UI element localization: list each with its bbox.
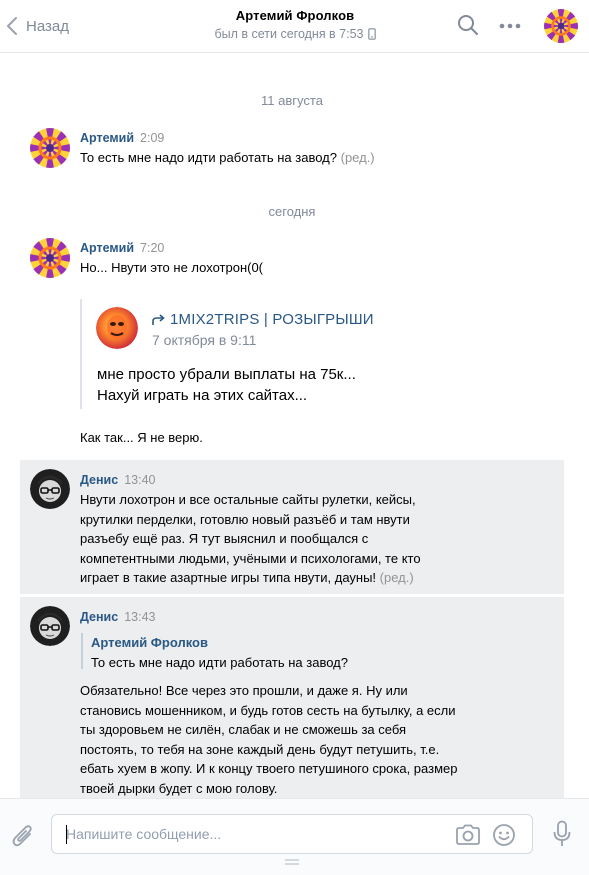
message-line: крутилки перделки, готовлю новый разъёб … <box>80 511 410 527</box>
message-text: Обязательно! Все через это прошли, и даж… <box>80 681 457 798</box>
message-item[interactable]: Артемий 2:09 То есть мне надо идти работа… <box>20 123 564 173</box>
message-line: играет в такие азартные игры типа нвути,… <box>80 570 377 585</box>
resize-handle[interactable] <box>285 859 299 865</box>
forward-line: мне просто убрали выплаты на 75к... <box>97 366 356 383</box>
search-icon[interactable] <box>457 14 479 36</box>
message-line: Нвути лохотрон и все остальные сайты рул… <box>80 492 416 507</box>
message-time[interactable]: 13:40 <box>124 473 155 487</box>
online-status: был в сети сегодня в 7:53 <box>150 27 440 41</box>
message-line: компетентными людьми, учёными и психолог… <box>80 550 421 566</box>
message-header: Артемий 2:09 <box>80 131 164 145</box>
message-item[interactable]: Артемий 7:20 Но... Нвути это не лохотрон(… <box>20 233 564 453</box>
forward-line: Нахуй играть на этих сайтах... <box>97 387 308 404</box>
message-header: Денис 13:43 <box>80 610 155 624</box>
phone-icon <box>367 28 376 40</box>
avatar[interactable] <box>30 238 70 278</box>
forward-text: мне просто убрали выплаты на 75к... Наху… <box>97 364 356 406</box>
message-line: становись мошенником, и будь готов сесть… <box>80 702 456 718</box>
message-header: Денис 13:40 <box>80 473 155 487</box>
message-item[interactable]: Денис 13:43 Артемий Фролков То есть мне н… <box>20 597 564 798</box>
message-line: ебать хуем в жопу. И к концу твоего пету… <box>80 761 458 776</box>
back-button[interactable]: Назад <box>6 12 69 40</box>
avatar[interactable] <box>30 469 70 509</box>
message-item[interactable]: Денис 13:40 Нвути лохотрон и все остальны… <box>20 460 564 594</box>
message-composer: Напишите сообщение... <box>0 798 589 875</box>
back-label: Назад <box>26 17 69 35</box>
edited-mark: (ред.) <box>340 150 375 165</box>
camera-icon[interactable] <box>455 824 481 846</box>
message-text: Нвути лохотрон и все остальные сайты рул… <box>80 490 421 588</box>
message-line: твоей дырки будет с мою голову. <box>80 780 278 796</box>
message-header: Артемий 7:20 <box>80 241 164 255</box>
message-line: постоять, то тебя на зоне каждый день бу… <box>80 741 440 757</box>
reply-author[interactable]: Артемий Фролков <box>91 635 208 650</box>
reply-bar <box>81 633 83 669</box>
forward-source[interactable]: 1MIX2TRIPS | РОЗЫГРЫШИ <box>152 311 374 328</box>
chat-title: Артемий Фролков <box>235 8 355 23</box>
avatar[interactable] <box>30 606 70 646</box>
date-separator: 11 августа <box>261 93 323 108</box>
reply-text[interactable]: То есть мне надо идти работать на завод? <box>91 655 348 670</box>
message-input-placeholder: Напишите сообщение... <box>66 826 222 842</box>
message-time[interactable]: 13:43 <box>124 610 155 624</box>
chat-title-block[interactable]: Артемий Фролков был в сети сегодня в 7:5… <box>150 8 440 41</box>
microphone-icon[interactable] <box>552 820 572 848</box>
message-text: То есть мне надо идти работать на завод?… <box>80 148 375 168</box>
author-name[interactable]: Денис <box>80 473 118 487</box>
message-time[interactable]: 2:09 <box>140 131 164 145</box>
forward-bar <box>80 299 82 409</box>
message-line: разъебу ещё раз. Я тут выяснил и пообщал… <box>80 531 369 546</box>
author-name[interactable]: Артемий <box>80 241 134 255</box>
share-icon <box>152 313 165 325</box>
chat-header: Назад Артемий Фролков был в сети сегодня… <box>0 0 589 53</box>
header-avatar[interactable] <box>544 9 578 43</box>
forward-avatar[interactable] <box>96 307 138 349</box>
message-body: То есть мне надо идти работать на завод? <box>80 150 337 165</box>
date-separator: сегодня <box>268 204 316 219</box>
forward-date[interactable]: 7 октября в 9:11 <box>152 332 256 348</box>
message-line: ты здоровьем не силён, слабак и не сможе… <box>80 722 407 737</box>
avatar[interactable] <box>30 128 70 168</box>
more-icon[interactable] <box>499 23 521 29</box>
forward-group-name: 1MIX2TRIPS | РОЗЫГРЫШИ <box>170 311 374 328</box>
message-line: Обязательно! Все через это прошли, и даж… <box>80 683 408 698</box>
message-line-last: играет в такие азартные игры типа нвути,… <box>80 568 421 588</box>
online-status-text: был в сети сегодня в 7:53 <box>214 27 364 41</box>
author-name[interactable]: Денис <box>80 610 118 624</box>
smile-icon[interactable] <box>492 823 516 847</box>
paperclip-icon[interactable] <box>12 822 34 848</box>
message-input[interactable]: Напишите сообщение... <box>51 814 533 854</box>
message-time[interactable]: 7:20 <box>140 241 164 255</box>
chat-history[interactable]: 11 августа Артемий 2:09 То есть мне надо… <box>0 53 589 798</box>
message-body: Но... Нвути это не лохотрон(0( <box>80 260 264 275</box>
chevron-left-icon <box>7 17 17 35</box>
edited-mark: (ред.) <box>379 570 414 585</box>
author-name[interactable]: Артемий <box>80 131 134 145</box>
message-body: Как так... Я не верю. <box>80 430 203 445</box>
